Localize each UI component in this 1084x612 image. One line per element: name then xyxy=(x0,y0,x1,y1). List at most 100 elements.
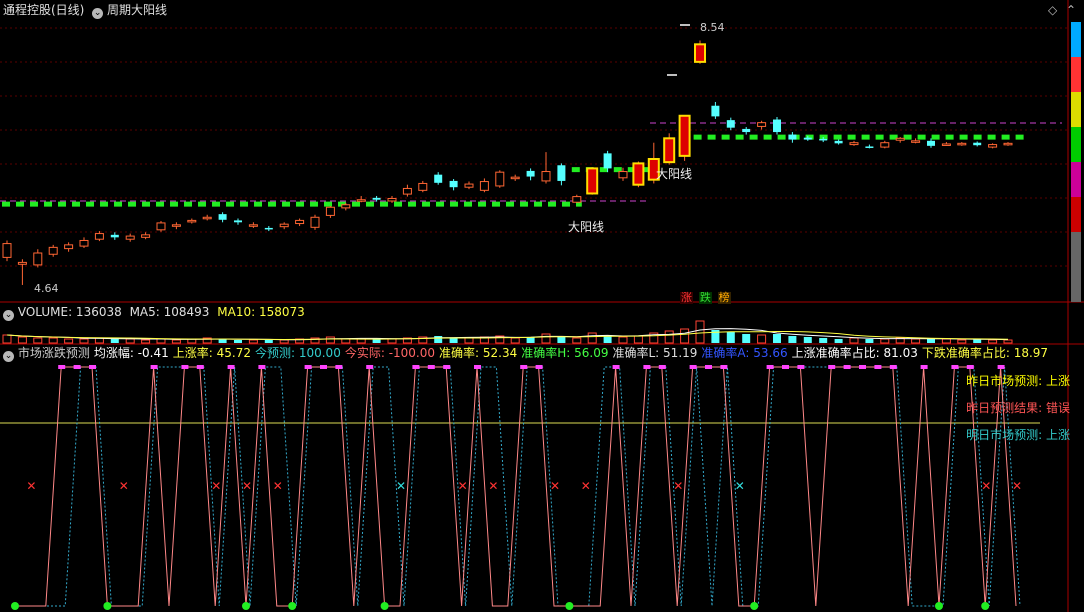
candle-body xyxy=(79,239,89,247)
candle xyxy=(279,222,289,230)
up-arrow-icon[interactable]: ⌃ xyxy=(1066,3,1076,17)
tag-rise[interactable]: 涨 xyxy=(680,292,693,304)
volume-bar xyxy=(587,332,597,344)
volume-label: VOLUME: 136038 xyxy=(17,305,122,319)
chevron-down-icon[interactable]: ⌄ xyxy=(3,310,14,321)
volume-bar xyxy=(48,337,58,344)
forecast-header: ⌄ 市场涨跌预测 均涨幅: -0.41 上涨率: 45.72 今预测: 100.00 今… xyxy=(3,346,1052,362)
diamond-icon[interactable]: ◇ xyxy=(1048,3,1057,17)
candle-body xyxy=(895,137,905,141)
candle-body xyxy=(880,142,890,148)
forecast-miss-mark: ✕ xyxy=(458,479,468,493)
forecast-up-marker xyxy=(227,365,235,369)
candle xyxy=(402,184,412,197)
volume-bar xyxy=(865,339,874,343)
forecast-up-marker xyxy=(689,365,697,369)
volume-bar xyxy=(834,339,843,343)
candle-body xyxy=(295,219,305,225)
candle xyxy=(927,138,935,148)
candle xyxy=(742,127,751,135)
candle-body xyxy=(711,105,720,117)
strip-seg-1 xyxy=(1071,57,1081,92)
candle xyxy=(663,133,676,165)
volume-bar xyxy=(911,338,921,344)
side-note-2: 明日市场预测: 上涨 xyxy=(966,428,1070,442)
volume-bar xyxy=(125,338,135,344)
indicator-name[interactable]: 周期大阳线 xyxy=(107,3,167,17)
candle-body xyxy=(64,244,74,250)
forecast-up-marker xyxy=(535,365,543,369)
tag-rank[interactable]: 榜 xyxy=(717,292,731,304)
forecast-up-marker xyxy=(782,365,789,369)
candle xyxy=(464,181,474,190)
strip-seg-2 xyxy=(1071,92,1081,127)
forecast-stat-1: 均涨幅: -0.41 xyxy=(93,346,169,360)
volume-bar xyxy=(618,336,628,344)
volume-bar xyxy=(264,340,273,343)
candle xyxy=(865,144,874,149)
candle xyxy=(557,163,566,186)
forecast-up-marker xyxy=(366,365,374,369)
forecast-up-marker xyxy=(658,365,666,369)
candle-body xyxy=(279,223,289,228)
volume-bar xyxy=(234,340,242,343)
candle xyxy=(187,218,197,224)
volume-bar xyxy=(110,339,119,343)
candle xyxy=(510,174,520,181)
candle-body xyxy=(141,234,151,238)
candle-body xyxy=(526,170,535,177)
candle xyxy=(694,40,706,64)
forecast-miss-mark: ✕ xyxy=(119,479,129,493)
candle-body xyxy=(387,197,397,202)
candle xyxy=(757,120,767,130)
volume-bar xyxy=(171,339,181,344)
forecast-down-dot xyxy=(750,602,759,610)
title-bar: 通程控股(日线) ⌄ 周期大阳线 xyxy=(3,3,167,19)
candle-body xyxy=(788,134,797,140)
stock-name[interactable]: 通程控股(日线) xyxy=(3,3,84,17)
volume-bar xyxy=(541,333,551,344)
candle xyxy=(434,172,443,185)
forecast-up-marker xyxy=(705,365,712,369)
volume-bar xyxy=(941,338,951,344)
candle-body xyxy=(341,204,351,209)
rank-tags: 涨 跌 榜 xyxy=(680,290,733,304)
forecast-stat-7: 准确率L: 51.19 xyxy=(612,346,698,360)
candle-body xyxy=(803,137,812,140)
candle xyxy=(141,232,151,240)
candle-body xyxy=(94,233,104,240)
candle-body xyxy=(234,220,242,223)
volume-bar xyxy=(757,334,767,344)
candle-body xyxy=(632,162,645,186)
tag-fall[interactable]: 跌 xyxy=(698,292,712,304)
volume-bar xyxy=(510,337,520,344)
chevron-down-icon[interactable]: ⌄ xyxy=(3,351,14,362)
candle-body xyxy=(125,235,135,240)
chevron-down-icon[interactable]: ⌄ xyxy=(92,8,104,19)
candle xyxy=(202,214,212,221)
forecast-stat-10: 下跌准确率占比: 18.97 xyxy=(921,346,1049,360)
candle-body xyxy=(325,206,335,216)
side-note-0: 昨日市场预测: 上涨 xyxy=(966,374,1070,388)
candle-body xyxy=(156,222,166,231)
candle xyxy=(849,140,859,146)
forecast-stat-9: 上涨准确率占比: 81.03 xyxy=(791,346,918,360)
candles xyxy=(2,24,1013,285)
forecast-up-marker xyxy=(427,365,435,369)
candle-body xyxy=(726,120,735,128)
candle-body xyxy=(618,171,628,179)
forecast-miss-mark: ✕ xyxy=(26,479,36,493)
candle xyxy=(356,195,366,203)
forecast-up-marker xyxy=(874,365,882,369)
candle xyxy=(711,101,720,119)
candle-body xyxy=(264,227,273,230)
volume-bar xyxy=(788,336,797,343)
candle-body xyxy=(663,137,676,164)
forecast-lines: ✕ ✕ ✕ ✕ ✕ ✕ ✕ ✕ ✕ ✕ ✕ ✕ ✕ ✕ xyxy=(0,365,1040,610)
volume-ma5: MA5: 108493 xyxy=(129,305,210,319)
forecast-down-dot xyxy=(288,602,297,610)
forecast-down-dot xyxy=(103,602,112,610)
forecast-miss-mark: ✕ xyxy=(581,479,591,493)
candle-body xyxy=(356,199,366,202)
volume-bars xyxy=(2,320,1013,344)
